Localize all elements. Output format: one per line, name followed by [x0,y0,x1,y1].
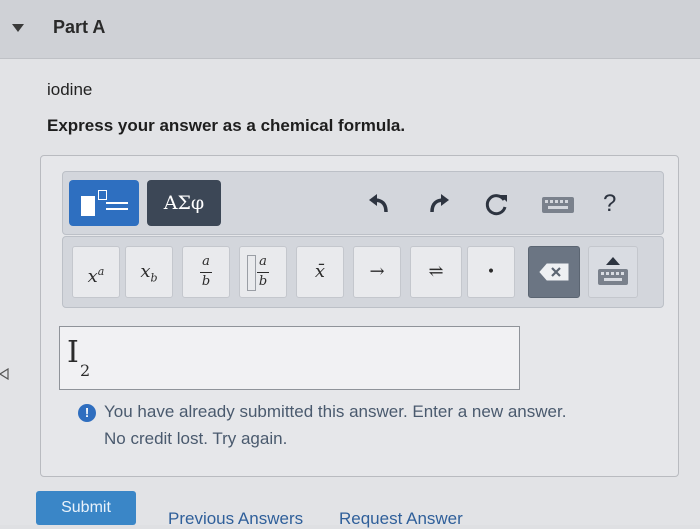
dot-key[interactable]: • [467,246,515,298]
request-answer-link[interactable]: Request Answer [339,509,463,529]
subscript-key[interactable]: xb [125,246,173,298]
greek-symbols-button[interactable]: ΑΣφ [147,180,221,226]
template-slot-icon [98,190,107,200]
overbar-key[interactable]: x̄ [296,246,344,298]
submit-button[interactable]: Submit [36,491,136,525]
superscript-key[interactable]: xa [72,246,120,298]
fraction-bar [200,272,212,273]
equilibrium-label: ⇌ [428,261,444,282]
cursor-marker-icon [0,368,9,380]
help-icon[interactable]: ? [603,190,616,218]
subscript-label: xb [140,261,158,285]
toggle-keyboard-key[interactable] [588,246,638,298]
answer-instruction: Express your answer as a chemical formul… [47,116,406,135]
part-header[interactable]: Part A [0,0,700,59]
equals-line-icon [106,208,128,210]
arrow-key[interactable]: → [353,246,401,298]
fraction-key[interactable]: a b [182,246,230,298]
backspace-icon [539,263,569,281]
mixed-fraction-numerator: a [259,254,267,269]
feedback-message: You have already submitted this answer. … [104,402,567,421]
overbar-label: x̄ [314,261,326,282]
mixed-fraction-denominator: b [258,274,268,289]
feedback-hint: No credit lost. Try again. [104,429,288,448]
arrow-label: → [369,261,385,282]
redo-icon[interactable] [426,190,452,218]
keyboard-toggle-icon [598,257,628,285]
mixed-fraction-key[interactable]: a b [239,246,287,298]
collapse-arrow-icon[interactable] [12,24,24,32]
equals-line-icon [106,202,128,204]
template-block-icon [81,196,95,216]
equilibrium-key[interactable]: ⇌ [410,246,462,298]
fraction-denominator: b [201,274,211,289]
answer-symbol: I [67,335,79,370]
part-title: Part A [53,17,106,37]
keyboard-icon[interactable] [541,190,575,218]
element-name: iodine [47,80,93,99]
previous-answers-link[interactable]: Previous Answers [168,509,303,529]
reset-icon[interactable] [483,190,511,218]
undo-icon[interactable] [366,190,392,218]
delete-key[interactable] [528,246,580,298]
fraction-numerator: a [202,254,210,269]
templates-button[interactable] [69,180,139,226]
answer-subscript: 2 [80,361,91,380]
dot-label: • [486,264,496,280]
superscript-label: xa [87,265,105,287]
mixed-fraction-bar [257,272,269,273]
alert-icon: ! [78,404,96,422]
answer-input[interactable]: I 2 [59,326,520,390]
